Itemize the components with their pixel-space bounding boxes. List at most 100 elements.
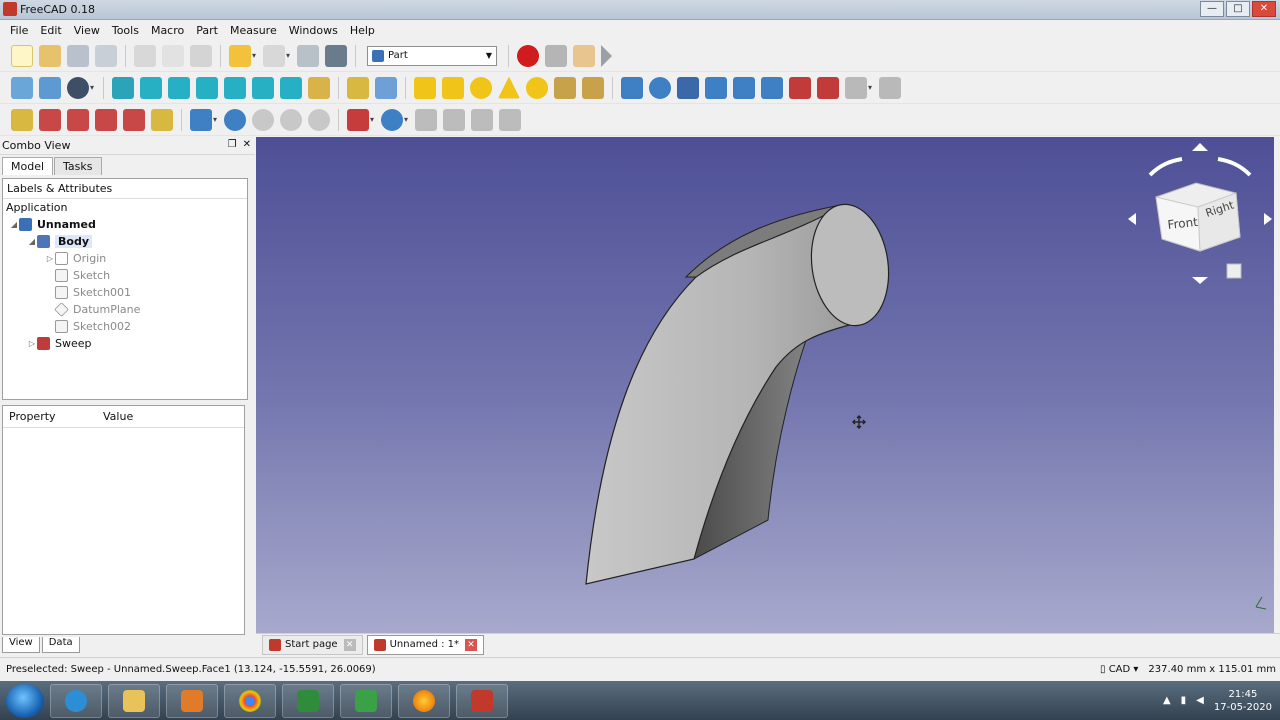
chamfer-icon[interactable] <box>733 76 755 99</box>
tree-item-sketch[interactable]: Sketch <box>3 267 247 284</box>
sphere-icon[interactable] <box>470 76 492 99</box>
create-group-icon[interactable] <box>375 76 397 99</box>
fit-selection-icon[interactable] <box>39 76 61 99</box>
close-tab-icon[interactable]: ✕ <box>343 638 356 651</box>
menu-macro[interactable]: Macro <box>145 24 190 37</box>
cube-icon[interactable] <box>414 76 436 99</box>
record-macro-icon[interactable] <box>517 44 539 67</box>
mirror-icon[interactable] <box>677 76 699 99</box>
measure-distance-icon[interactable] <box>308 76 330 99</box>
save-icon[interactable] <box>67 44 89 67</box>
cut-icon[interactable] <box>134 44 156 67</box>
workbench-selector[interactable]: Part ▼ <box>367 45 497 66</box>
menu-tools[interactable]: Tools <box>106 24 145 37</box>
join-features-icon[interactable] <box>347 108 369 131</box>
tab-model[interactable]: Model <box>2 157 54 175</box>
3d-viewport[interactable]: Front Right <box>256 137 1274 633</box>
print-icon[interactable] <box>95 44 117 67</box>
tree-item-datumplane[interactable]: DatumPlane <box>3 301 247 318</box>
isometric-view-icon[interactable] <box>112 76 134 99</box>
draw-style-icon[interactable] <box>67 76 89 99</box>
property-column-header[interactable]: Property <box>3 410 97 423</box>
tree-item-body[interactable]: ◢ Body <box>3 233 247 250</box>
3d-scene[interactable]: Front Right <box>256 137 1274 633</box>
menu-help[interactable]: Help <box>344 24 381 37</box>
taskbar-camtasia-2[interactable] <box>340 683 392 718</box>
clock[interactable]: 21:45 17-05-2020 <box>1214 688 1272 714</box>
nav-style-selector[interactable]: ▯ CAD ▾ <box>1100 664 1138 675</box>
tree-item-sweep[interactable]: ▷ Sweep <box>3 335 247 352</box>
tab-tasks[interactable]: Tasks <box>54 157 102 175</box>
edit-macro-icon[interactable] <box>573 44 595 67</box>
rear-view-icon[interactable] <box>224 76 246 99</box>
run-macro-icon[interactable] <box>601 44 612 67</box>
menu-measure[interactable]: Measure <box>224 24 283 37</box>
tree-item-origin[interactable]: ▷ Origin <box>3 250 247 267</box>
taskbar-ie[interactable] <box>50 683 102 718</box>
front-view-icon[interactable] <box>140 76 162 99</box>
cut-boolean-icon[interactable] <box>252 108 274 131</box>
fuse-icon[interactable] <box>280 108 302 131</box>
fillet-icon[interactable] <box>705 76 727 99</box>
projection-icon[interactable] <box>95 108 117 131</box>
maximize-button[interactable]: □ <box>1226 1 1250 17</box>
loft-icon[interactable] <box>817 76 839 99</box>
defeaturing-icon[interactable] <box>39 108 61 131</box>
menu-windows[interactable]: Windows <box>283 24 344 37</box>
menu-view[interactable]: View <box>68 24 106 37</box>
cone-icon[interactable] <box>498 76 520 99</box>
right-view-icon[interactable] <box>196 76 218 99</box>
taskbar-media[interactable] <box>166 683 218 718</box>
taskbar-firefox[interactable] <box>398 683 450 718</box>
cross-sections-icon[interactable] <box>67 108 89 131</box>
top-view-icon[interactable] <box>168 76 190 99</box>
menu-file[interactable]: File <box>4 24 34 37</box>
measure-clear-icon[interactable] <box>499 108 521 131</box>
left-view-icon[interactable] <box>280 76 302 99</box>
start-button[interactable] <box>6 683 44 718</box>
taskbar-explorer[interactable] <box>108 683 160 718</box>
fit-all-icon[interactable] <box>11 76 33 99</box>
section-icon[interactable] <box>123 108 145 131</box>
value-column-header[interactable]: Value <box>97 410 133 423</box>
float-icon[interactable]: ❐ <box>228 139 237 150</box>
boolean-icon[interactable] <box>224 108 246 131</box>
tree-item-unnamed[interactable]: ◢ Unnamed <box>3 216 247 233</box>
open-folder-icon[interactable] <box>39 44 61 67</box>
menu-edit[interactable]: Edit <box>34 24 67 37</box>
common-icon[interactable] <box>308 108 330 131</box>
paste-icon[interactable] <box>190 44 212 67</box>
make-face-icon[interactable] <box>761 76 783 99</box>
volume-icon[interactable]: ◀ <box>1196 695 1204 706</box>
measure-angular-icon[interactable] <box>443 108 465 131</box>
torus-icon[interactable] <box>526 76 548 99</box>
tray-expand-icon[interactable]: ▲ <box>1163 695 1171 706</box>
tree-item-sketch001[interactable]: Sketch001 <box>3 284 247 301</box>
whats-this-icon[interactable] <box>325 44 347 67</box>
redo-icon[interactable] <box>263 44 285 67</box>
close-tab-icon[interactable]: ✕ <box>465 638 478 651</box>
ruled-surface-icon[interactable] <box>789 76 811 99</box>
collapsed-arrow-icon[interactable]: ▷ <box>45 254 55 263</box>
stop-macro-icon[interactable] <box>545 44 567 67</box>
thickness-icon[interactable] <box>879 76 901 99</box>
taskbar-chrome[interactable] <box>224 683 276 718</box>
tab-unnamed[interactable]: Unnamed : 1* ✕ <box>366 634 485 655</box>
attachment-icon[interactable] <box>151 108 173 131</box>
undo-icon[interactable] <box>229 44 251 67</box>
offset-icon[interactable] <box>845 76 867 99</box>
taskbar-camtasia[interactable] <box>282 683 334 718</box>
taskbar-freecad[interactable] <box>456 683 508 718</box>
new-document-icon[interactable] <box>11 44 33 67</box>
expanded-arrow-icon[interactable]: ◢ <box>9 220 19 229</box>
refresh-icon[interactable] <box>297 44 319 67</box>
primitives-icon[interactable] <box>554 76 576 99</box>
shape-builder-icon[interactable] <box>582 76 604 99</box>
close-button[interactable]: ✕ <box>1252 1 1276 17</box>
expanded-arrow-icon[interactable]: ◢ <box>27 237 37 246</box>
bottom-view-icon[interactable] <box>252 76 274 99</box>
measure-refresh-icon[interactable] <box>471 108 493 131</box>
revolve-icon[interactable] <box>649 76 671 99</box>
split-tools-icon[interactable] <box>381 108 403 131</box>
check-geometry-icon[interactable] <box>11 108 33 131</box>
